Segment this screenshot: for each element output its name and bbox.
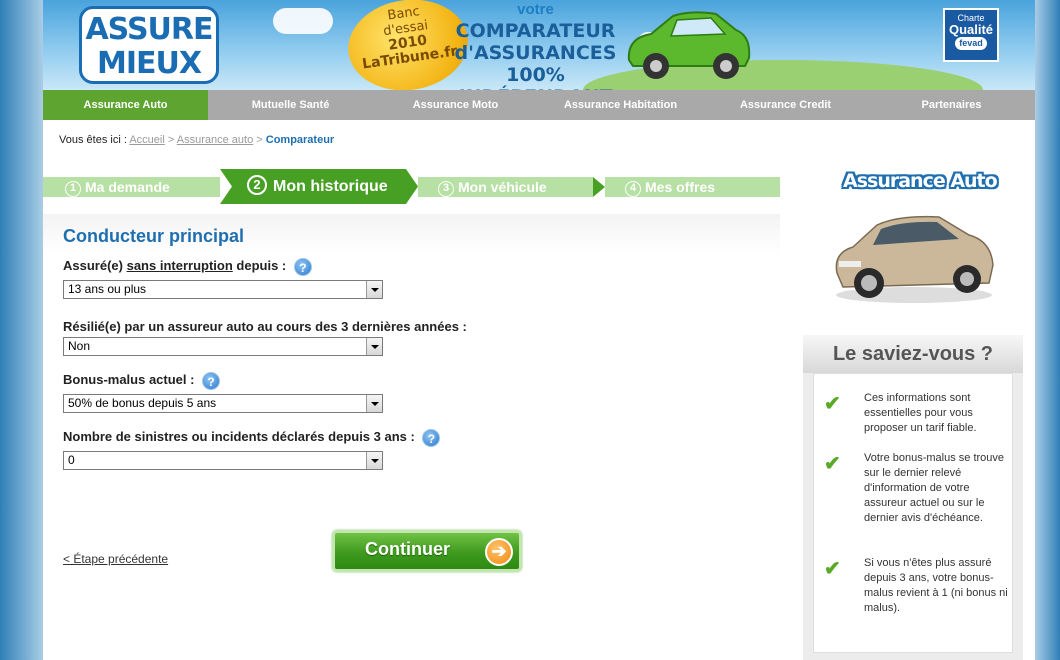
- did-you-know-box: ✔ Ces informations sont essentielles pou…: [813, 373, 1013, 653]
- breadcrumb-prefix: Vous êtes ici :: [59, 134, 127, 146]
- q2-selected-value: Non: [68, 339, 91, 353]
- q1-label-part1: Assuré(e): [63, 258, 123, 273]
- q1-selected-value: 13 ans ou plus: [68, 282, 147, 296]
- q1-select[interactable]: 13 ans ou plus: [63, 280, 383, 299]
- green-car-illustration: [627, 11, 751, 79]
- tip-text: Ces informations sont essentielles pour …: [864, 392, 977, 434]
- tagline-line3: d'ASSURANCES: [454, 42, 617, 64]
- chevron-down-icon[interactable]: [366, 452, 382, 469]
- nav-item-assurance-auto[interactable]: Assurance Auto: [43, 90, 208, 120]
- q4-select[interactable]: 0: [63, 451, 383, 470]
- q4-label-text: Nombre de sinistres ou incidents déclaré…: [63, 429, 415, 444]
- tip-text: Si vous n'êtes plus assuré depuis 3 ans,…: [864, 557, 1008, 614]
- nav-item-partenaires[interactable]: Partenaires: [868, 90, 1035, 120]
- q4-selected-value: 0: [68, 453, 75, 467]
- tagline-line1: votre: [517, 1, 554, 18]
- step-1-number: 1: [65, 181, 81, 197]
- nav-item-assurance-moto[interactable]: Assurance Moto: [373, 90, 538, 120]
- continue-button[interactable]: Continuer ➔: [332, 530, 522, 572]
- fevad-label: fevad: [955, 37, 987, 50]
- q2-label: Résilié(e) par un assureur auto au cours…: [63, 319, 467, 334]
- step-3-number: 3: [438, 181, 454, 197]
- charte-line2: Qualité: [948, 22, 994, 37]
- step-4: 4 Mes offres: [605, 177, 780, 197]
- section-title: Conducteur principal: [63, 226, 245, 246]
- previous-step-link[interactable]: < Étape précédente: [63, 552, 168, 566]
- breadcrumb-assurance-auto-link[interactable]: Assurance auto: [177, 134, 253, 146]
- chevron-down-icon[interactable]: [366, 395, 382, 412]
- help-icon[interactable]: ?: [202, 372, 221, 390]
- did-you-know-title: Le saviez-vous ?: [803, 335, 1023, 373]
- help-icon[interactable]: ?: [293, 258, 312, 276]
- cloud-decoration: [273, 8, 333, 34]
- q1-label-underlined: sans interruption: [126, 258, 233, 273]
- charte-qualite-badge[interactable]: Charte Qualité fevad: [943, 8, 999, 62]
- did-you-know-panel: Le saviez-vous ? ✔ Ces informations sont…: [803, 335, 1023, 660]
- page: ASSURE MIEUX Banc d'essai 2010 LaTribune…: [43, 0, 1035, 660]
- q1-label: Assuré(e) sans interruption depuis : ?: [63, 258, 312, 276]
- logo-text-line2: MIEUX: [97, 46, 202, 81]
- tip-text: Votre bonus-malus se trouve sur le derni…: [864, 452, 1005, 524]
- form-area: Conducteur principal Assuré(e) sans inte…: [43, 214, 780, 660]
- logo-text-line1: ASSURE: [85, 12, 213, 47]
- q2-select[interactable]: Non: [63, 337, 383, 356]
- breadcrumb-separator: >: [256, 134, 263, 146]
- checkmark-icon: ✔: [824, 453, 841, 475]
- continue-button-label: Continuer: [365, 539, 450, 559]
- checkmark-icon: ✔: [824, 393, 841, 415]
- q1-label-part2: depuis :: [236, 258, 287, 273]
- arrow-right-icon: ➔: [485, 538, 513, 566]
- step-2-number: 2: [247, 175, 267, 195]
- q4-label: Nombre de sinistres ou incidents déclaré…: [63, 429, 441, 447]
- nav-item-assurance-habitation[interactable]: Assurance Habitation: [538, 90, 703, 120]
- checkmark-icon: ✔: [824, 558, 841, 580]
- step-1: 1 Ma demande: [43, 177, 220, 197]
- main-nav: Assurance Auto Mutuelle Santé Assurance …: [43, 90, 1035, 120]
- step-1-label: Ma demande: [85, 179, 170, 195]
- help-icon[interactable]: ?: [422, 429, 441, 447]
- chevron-down-icon[interactable]: [366, 281, 382, 298]
- step-3-label: Mon véhicule: [458, 179, 547, 195]
- breadcrumb: Vous êtes ici : Accueil > Assurance auto…: [59, 134, 334, 146]
- site-logo[interactable]: ASSURE MIEUX: [79, 6, 219, 84]
- step-2-label: Mon historique: [273, 178, 388, 195]
- q3-label-text: Bonus-malus actuel :: [63, 372, 195, 387]
- q3-label: Bonus-malus actuel : ?: [63, 372, 221, 390]
- breadcrumb-home-link[interactable]: Accueil: [129, 134, 164, 146]
- header-tagline: votre COMPARATEUR d'ASSURANCES 100% INDÉ…: [443, 0, 628, 90]
- q3-selected-value: 50% de bonus depuis 5 ans: [68, 396, 217, 410]
- step-separator-arrow: [593, 177, 605, 197]
- sidebar-auto-title: Assurance Auto: [843, 170, 998, 192]
- q3-select[interactable]: 50% de bonus depuis 5 ans: [63, 394, 383, 413]
- breadcrumb-current: Comparateur: [265, 134, 335, 146]
- nav-item-assurance-credit[interactable]: Assurance Credit: [703, 90, 868, 120]
- step-3: 3 Mon véhicule: [418, 177, 593, 197]
- step-2-active: 2 Mon historique: [220, 169, 418, 204]
- progress-steps: 1 Ma demande 3 Mon véhicule 4 Mes offres 2M…: [43, 169, 780, 204]
- nav-item-mutuelle-sante[interactable]: Mutuelle Santé: [208, 90, 373, 120]
- tagline-line4: 100% INDÉPENDANT: [459, 64, 613, 90]
- step-4-number: 4: [625, 181, 641, 197]
- header-banner: ASSURE MIEUX Banc d'essai 2010 LaTribune…: [43, 0, 1035, 90]
- silver-car-illustration: [835, 215, 994, 303]
- breadcrumb-separator: >: [167, 134, 175, 146]
- chevron-down-icon[interactable]: [366, 338, 382, 355]
- step-4-label: Mes offres: [645, 179, 716, 195]
- tagline-line2: COMPARATEUR: [455, 20, 616, 42]
